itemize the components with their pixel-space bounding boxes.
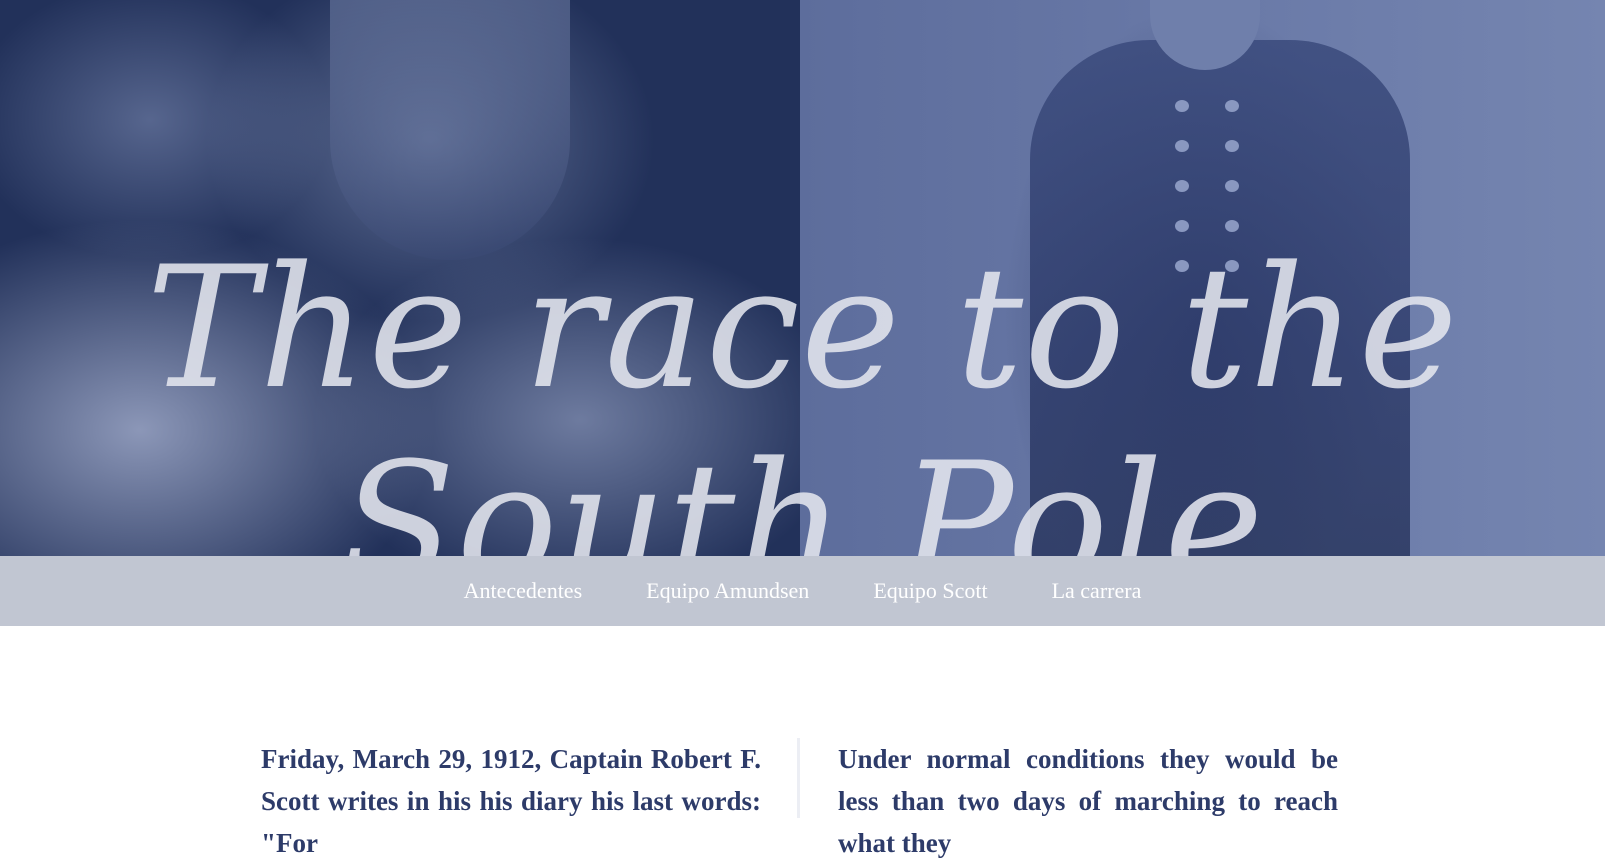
hero-title: The race to the South Pole bbox=[0, 230, 1605, 556]
article-intro: Friday, March 29, 1912, Captain Robert F… bbox=[0, 626, 1605, 858]
nav-item-antecedentes[interactable]: Antecedentes bbox=[464, 578, 583, 604]
uniform-button bbox=[1225, 100, 1239, 112]
amundsen-face bbox=[330, 0, 570, 260]
intro-paragraph-left: Friday, March 29, 1912, Captain Robert F… bbox=[261, 744, 761, 858]
nav-item-equipo-scott[interactable]: Equipo Scott bbox=[873, 578, 987, 604]
intro-paragraph-right: Under normal conditions they would be le… bbox=[838, 744, 1338, 858]
section-nav: Antecedentes Equipo Amundsen Equipo Scot… bbox=[0, 556, 1605, 626]
uniform-button bbox=[1175, 100, 1189, 112]
hero-banner: The race to the South Pole bbox=[0, 0, 1605, 556]
column-divider bbox=[797, 738, 800, 818]
nav-item-la-carrera[interactable]: La carrera bbox=[1052, 578, 1142, 604]
uniform-button bbox=[1175, 140, 1189, 152]
uniform-button bbox=[1225, 140, 1239, 152]
hero-title-line2: South Pole bbox=[340, 426, 1265, 556]
uniform-button bbox=[1225, 180, 1239, 192]
nav-item-equipo-amundsen[interactable]: Equipo Amundsen bbox=[646, 578, 809, 604]
hero-title-line1: The race to the bbox=[146, 230, 1459, 426]
uniform-button bbox=[1175, 180, 1189, 192]
